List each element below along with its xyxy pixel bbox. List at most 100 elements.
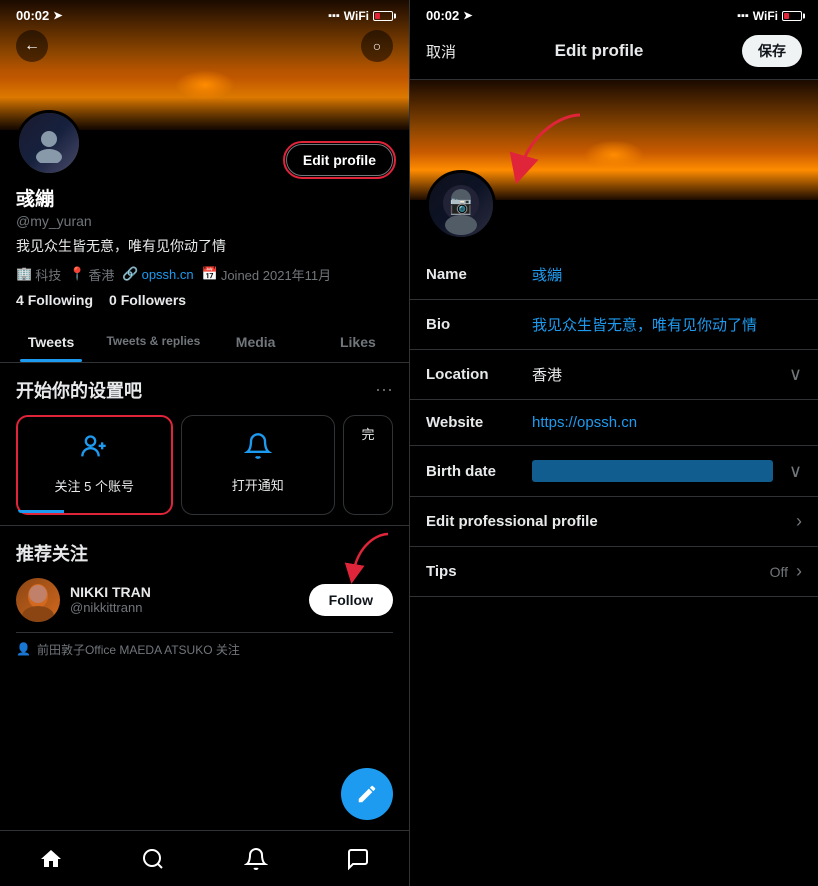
right-avatar-area: 📷 — [410, 200, 818, 250]
meta-website[interactable]: 🔗 opssh.cn — [122, 265, 193, 284]
right-avatar-circle: 📷 — [426, 170, 496, 240]
bio-field-row[interactable]: Bio 我见众生皆无意，唯有见你动了情 — [410, 300, 818, 350]
setup-section: 开始你的设置吧 ··· 关注 5 个账号 — [0, 363, 409, 526]
setup-more-button[interactable]: ··· — [375, 379, 393, 400]
setup-header: 开始你的设置吧 ··· — [16, 377, 393, 403]
cancel-button[interactable]: 取消 — [426, 41, 456, 62]
camera-icon: 📷 — [450, 195, 472, 216]
rec-user-info: NIKKI TRAN @nikkittrann — [70, 584, 299, 615]
right-panel: 00:02 ➤ ▪▪▪ WiFi 取消 Edit profile 保存 — [409, 0, 818, 886]
meta-joined: 📅 Joined 2021年11月 — [202, 265, 332, 284]
follow-arrow-annotation — [338, 529, 398, 589]
setup-card-follow-text: 关注 5 个账号 — [55, 476, 134, 495]
meta-industry: 🏢 科技 — [16, 265, 61, 284]
right-location-arrow-icon: ➤ — [463, 9, 472, 22]
setup-card-complete-text: 完 — [361, 424, 374, 443]
person-icon: 👤 — [16, 642, 31, 656]
meta-location: 📍 香港 — [69, 265, 114, 284]
search-button[interactable]: ○ — [361, 30, 393, 62]
right-avatar-overlay: 📷 — [429, 173, 493, 237]
right-status-icons: ▪▪▪ WiFi — [737, 9, 802, 23]
rec-user-avatar — [16, 578, 60, 622]
bottom-nav — [0, 830, 409, 886]
profile-meta: 🏢 科技 📍 香港 🔗 opssh.cn 📅 Joined 2021年11月 — [16, 265, 393, 284]
edit-professional-label: Edit professional profile — [426, 513, 796, 530]
follow-button-wrapper: Follow — [309, 584, 393, 616]
compose-fab[interactable] — [341, 768, 393, 820]
recommended-title: 推荐关注 — [16, 540, 393, 566]
profile-tabs: Tweets Tweets & replies Media Likes — [0, 320, 409, 363]
battery-icon — [373, 11, 393, 21]
back-icon: ← — [24, 37, 40, 55]
profile-bio: 我见众生皆无意，唯有见你动了情 — [16, 237, 393, 257]
bell-icon — [244, 432, 272, 467]
right-status-bar: 00:02 ➤ ▪▪▪ WiFi — [410, 0, 818, 27]
birthdate-chevron-icon: ∨ — [789, 461, 802, 482]
edit-professional-chevron-icon: › — [796, 511, 802, 532]
right-wifi-icon: WiFi — [753, 9, 778, 23]
website-field-row[interactable]: Website https://opssh.cn — [410, 400, 818, 446]
tab-media[interactable]: Media — [205, 320, 307, 362]
signal-icon: ▪▪▪ — [328, 10, 340, 22]
left-panel: 00:02 ➤ ▪▪▪ WiFi ← ○ — [0, 0, 409, 886]
right-avatar[interactable]: 📷 — [426, 170, 496, 240]
back-button[interactable]: ← — [16, 30, 48, 62]
wifi-icon: WiFi — [344, 9, 369, 23]
avatar-row: Edit profile — [16, 110, 393, 176]
edit-professional-row[interactable]: Edit professional profile › — [410, 497, 818, 547]
setup-card-complete[interactable]: 完 — [343, 415, 393, 515]
setup-card-notify-text: 打开通知 — [232, 475, 284, 494]
red-arrow — [500, 105, 600, 190]
website-label: Website — [426, 414, 516, 431]
tab-tweets-replies[interactable]: Tweets & replies — [102, 320, 204, 362]
tips-row[interactable]: Tips Off › — [410, 547, 818, 597]
add-user-icon — [80, 433, 108, 468]
recommended-user: NIKKI TRAN @nikkittrann — [16, 578, 393, 622]
recommended-section: 推荐关注 NIKKI TRAN @nikkittrann — [0, 526, 409, 668]
left-status-time: 00:02 ➤ — [16, 8, 62, 23]
avatar-inner — [19, 113, 79, 173]
name-value[interactable]: 彧繃 — [532, 264, 802, 285]
tab-likes[interactable]: Likes — [307, 320, 409, 362]
location-field-row[interactable]: Location 香港 ∨ — [410, 350, 818, 400]
following-stat[interactable]: 4 Following — [16, 292, 93, 308]
time-display: 00:02 — [16, 8, 49, 23]
tab-tweets[interactable]: Tweets — [0, 320, 102, 362]
location-chevron-icon: ∨ — [789, 364, 802, 385]
nav-notifications[interactable] — [205, 831, 307, 886]
edit-profile-button[interactable]: Edit profile — [286, 144, 393, 176]
form-fields: Name 彧繃 Bio 我见众生皆无意，唯有见你动了情 Location 香港 … — [410, 250, 818, 886]
profile-handle: @my_yuran — [16, 213, 393, 229]
name-label: Name — [426, 266, 516, 283]
website-value[interactable]: https://opssh.cn — [532, 414, 802, 431]
link-icon: 🔗 — [122, 266, 138, 282]
setup-card-progress — [18, 510, 64, 513]
location-arrow-icon: ➤ — [53, 9, 62, 22]
search-icon: ○ — [373, 38, 381, 54]
bio-value[interactable]: 我见众生皆无意，唯有见你动了情 — [532, 314, 802, 335]
avatar — [16, 110, 82, 176]
tips-value: Off — [770, 564, 788, 580]
birthdate-masked-value — [532, 460, 773, 482]
profile-section: Edit profile 彧繃 @my_yuran 我见众生皆无意，唯有见你动了… — [0, 110, 409, 320]
location-value[interactable]: 香港 — [532, 364, 773, 385]
setup-cards: 关注 5 个账号 打开通知 完 — [16, 415, 393, 515]
left-status-icons: ▪▪▪ WiFi — [328, 9, 393, 23]
tips-label: Tips — [426, 563, 770, 580]
setup-card-follow[interactable]: 关注 5 个账号 — [16, 415, 173, 515]
save-button[interactable]: 保存 — [742, 35, 802, 67]
name-field-row[interactable]: Name 彧繃 — [410, 250, 818, 300]
right-top-nav: 取消 Edit profile 保存 — [410, 27, 818, 80]
edit-profile-title: Edit profile — [555, 41, 644, 61]
birthdate-field-row[interactable]: Birth date ∨ — [410, 446, 818, 497]
rec-user-name: NIKKI TRAN — [70, 584, 299, 600]
bio-label: Bio — [426, 316, 516, 333]
mutual-follow: 👤 前田敦子Office MAEDA ATSUKO 关注 — [16, 632, 393, 658]
top-nav: ← ○ — [0, 30, 409, 62]
nav-home[interactable] — [0, 831, 102, 886]
nav-search[interactable] — [102, 831, 204, 886]
followers-stat[interactable]: 0 Followers — [109, 292, 186, 308]
profile-name: 彧繃 — [16, 184, 393, 211]
nav-messages[interactable] — [307, 831, 409, 886]
setup-card-notify[interactable]: 打开通知 — [181, 415, 336, 515]
